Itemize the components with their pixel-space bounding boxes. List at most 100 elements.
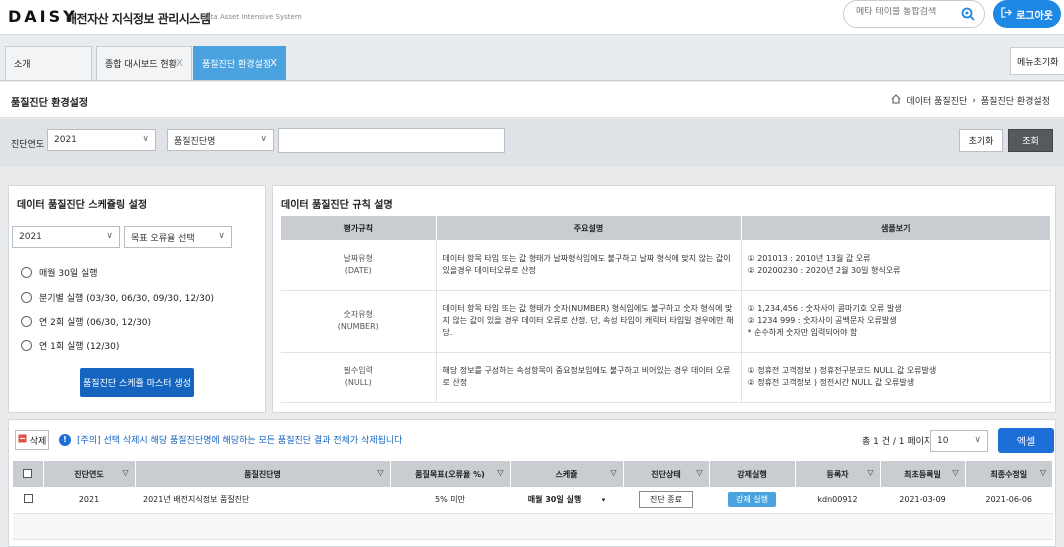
page-title: 품질진단 환경설정 <box>11 98 89 109</box>
system-name: 배전자산 지식정보 관리시스템 <box>66 12 211 26</box>
sample-cell: ① 1,234,456 : 숫자사이 콤마기호 오류 발생 ② 1234 999 … <box>741 290 1051 353</box>
search-icon[interactable] <box>960 6 976 25</box>
radio-circle[interactable] <box>21 267 32 278</box>
result-table: 진단연도 ▽ 품질진단명 ▽ 품질목표(오류율 %) ▽ 스케쥴 ▽ 진단상태 ▽ 강제실… <box>13 461 1053 540</box>
radio-circle[interactable] <box>21 340 32 351</box>
menu-reset-button[interactable]: 메뉴초기화 <box>1010 47 1064 75</box>
column-header: 등록자 ▽ <box>795 461 881 487</box>
column-header: 진단상태 ▽ <box>623 461 710 487</box>
global-search[interactable] <box>843 0 985 28</box>
column-header: 강제실행 <box>709 461 796 487</box>
filter-icon[interactable]: ▽ <box>952 468 958 477</box>
chevron-right-icon: › <box>972 95 976 106</box>
table-row[interactable]: 2021 2021년 배전지식정보 품질진단 5% 미만 매월 30일 실행 ▾… <box>13 487 1053 514</box>
sample-cell: ① 정휴전 고객정보 ) 정휴전구분코드 NULL 값 오류발생 ② 정휴전 고객… <box>741 352 1051 403</box>
cell-status: 진단 종료 <box>623 487 709 514</box>
notice-text: [주의] 선택 삭제시 해당 품질진단명에 해당하는 모든 품질진단 결과 전체… <box>77 436 403 446</box>
year-select[interactable]: 2021 ∨ <box>47 129 156 151</box>
cell-registrant: kdn00912 <box>795 487 880 514</box>
rule-type: (DATE) <box>344 265 372 275</box>
status-button[interactable]: 진단 종료 <box>639 491 693 509</box>
cell-target: 5% 미만 <box>390 487 510 514</box>
cell-schedule[interactable]: 매월 30일 실행 ▾ <box>510 487 623 514</box>
diagnosis-name-input[interactable] <box>278 128 505 153</box>
diagnosis-name-select-value: 품질진단명 <box>174 136 216 147</box>
sample-line: ① 정휴전 고객정보 ) 정휴전구분코드 NULL 값 오류발생 <box>747 366 937 375</box>
result-grid-panel: 삭제 ! [주의] 선택 삭제시 해당 품질진단명에 해당하는 모든 품질진단 … <box>8 419 1056 547</box>
page-size-select[interactable]: 10 ∨ <box>930 430 988 452</box>
filter-icon[interactable]: ▽ <box>1040 468 1046 477</box>
target-error-select[interactable]: 목표 오류율 선택 ∨ <box>124 226 232 248</box>
radio-monthly[interactable]: 매월 30일 실행 <box>21 266 98 279</box>
column-label: 진단상태 <box>651 469 681 479</box>
rule-type: (NUMBER) <box>337 322 379 331</box>
cell-force: 강제 실행 <box>709 487 795 514</box>
close-icon[interactable]: X <box>270 58 277 69</box>
breadcrumb-item[interactable]: 데이터 품질진단 <box>906 94 967 107</box>
tab-label: 소개 <box>14 60 31 70</box>
create-schedule-master-button[interactable]: 품질진단 스케쥴 마스터 생성 <box>80 368 194 397</box>
tab-label: 종합 대시보드 현황 <box>105 60 177 70</box>
breadcrumb-item: 품질진단 환경설정 <box>980 97 1050 107</box>
rule-cell: 날짜유형 (DATE) <box>281 240 437 291</box>
row-checkbox[interactable] <box>23 494 33 504</box>
chevron-down-icon: ∨ <box>974 435 981 445</box>
select-all-checkbox[interactable] <box>23 468 33 478</box>
system-subtitle: Data Asset Intensive System <box>201 13 302 21</box>
column-header: 품질진단명 ▽ <box>135 461 391 487</box>
sample-line: ① 1,234,456 : 숫자사이 콤마기호 오류 발생 <box>747 304 902 313</box>
logout-label: 로그아웃 <box>1016 10 1053 22</box>
logout-button[interactable]: 로그아웃 <box>993 0 1061 28</box>
tab-intro[interactable]: 소개 <box>5 46 92 80</box>
info-icon: ! <box>59 433 71 446</box>
rule-name: 필수입력 <box>343 366 373 375</box>
radio-semiannual[interactable]: 연 2회 실행 (06/30, 12/30) <box>21 315 151 328</box>
filter-icon[interactable]: ▽ <box>867 468 873 477</box>
radio-annual[interactable]: 연 1회 실행 (12/30) <box>21 339 119 352</box>
top-header: DAISY 배전자산 지식정보 관리시스템 Data Asset Intensi… <box>0 0 1064 35</box>
rule-type: (NULL) <box>344 378 372 387</box>
force-run-button[interactable]: 강제 실행 <box>728 492 776 508</box>
delete-label: 삭제 <box>29 436 47 447</box>
chevron-down-icon: ∨ <box>218 231 225 241</box>
dropdown-arrow-icon[interactable]: ▾ <box>602 496 606 504</box>
row-checkbox-cell <box>13 487 43 514</box>
sample-line: ② 20200230 : 2020년 2월 30일 형식오류 <box>747 265 901 275</box>
desc-cell: 데이터 항목 타입 또는 값 형태가 숫자(NUMBER) 형식임에도 불구하고… <box>436 290 742 353</box>
radio-label: 연 1회 실행 (12/30) <box>39 342 120 352</box>
breadcrumb: 데이터 품질진단 › 품질진단 환경설정 <box>891 94 1050 107</box>
sample-cell: ① 201013 : 2010년 13월 값 오류 ② 20200230 : 20… <box>741 240 1051 291</box>
delete-button[interactable]: 삭제 <box>15 430 49 450</box>
column-header: 샘플보기 <box>741 216 1051 240</box>
search-button[interactable]: 조회 <box>1008 129 1053 152</box>
tab-dashboard[interactable]: 종합 대시보드 현황 X <box>96 46 192 80</box>
target-error-value: 목표 오류율 선택 <box>131 233 195 244</box>
diagnosis-name-select[interactable]: 품질진단명 ∨ <box>167 129 274 151</box>
filter-icon[interactable]: ▽ <box>696 468 702 477</box>
tab-quality-settings[interactable]: 품질진단 환경설정 X <box>193 46 286 80</box>
schedule-year-select[interactable]: 2021 ∨ <box>12 226 120 248</box>
home-icon[interactable] <box>891 94 901 107</box>
radio-label: 연 2회 실행 (06/30, 12/30) <box>39 318 152 328</box>
filter-icon[interactable]: ▽ <box>610 468 616 477</box>
filter-icon[interactable]: ▽ <box>377 468 383 477</box>
excel-button[interactable]: 엑셀 <box>998 428 1054 453</box>
radio-circle[interactable] <box>21 292 32 303</box>
result-count: 총 1 건 / 1 페이지 <box>862 437 933 447</box>
global-search-input[interactable] <box>856 7 956 17</box>
sample-line: ② 정휴전 고객정보 ) 정전시간 NULL 값 오류발생 <box>747 378 915 387</box>
close-icon[interactable]: X <box>176 58 183 69</box>
schedule-value: 매월 30일 실행 <box>527 495 582 505</box>
radio-circle[interactable] <box>21 316 32 327</box>
radio-quarterly[interactable]: 분기별 실행 (03/30, 06/30, 09/30, 12/30) <box>21 291 214 304</box>
column-label: 스케쥴 <box>555 469 578 479</box>
page-header: 품질진단 환경설정 데이터 품질진단 › 품질진단 환경설정 <box>0 82 1064 118</box>
column-label: 최종수정일 <box>990 469 1028 479</box>
filter-bar: 진단연도 2021 ∨ 품질진단명 ∨ 초기화 조회 <box>0 119 1064 167</box>
column-header: 진단연도 ▽ <box>43 461 136 487</box>
reset-button[interactable]: 초기화 <box>959 129 1003 152</box>
filter-icon[interactable]: ▽ <box>497 468 503 477</box>
filter-icon[interactable]: ▽ <box>122 468 128 477</box>
cell-year: 2021 <box>43 487 135 514</box>
logout-icon <box>1001 7 1013 21</box>
